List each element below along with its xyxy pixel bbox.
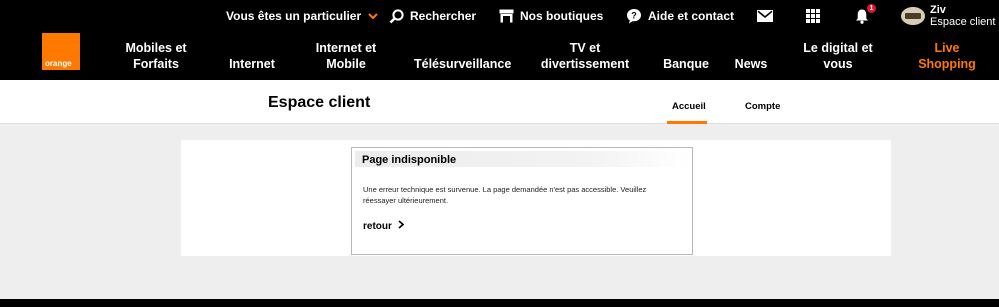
apps-button[interactable] <box>806 5 820 27</box>
nav-tv-divertissement[interactable]: TV et divertissement <box>540 40 630 72</box>
stores-link[interactable]: Nos boutiques <box>499 5 603 27</box>
nav-label-line2: Forfaits <box>133 57 179 71</box>
tab-accueil[interactable]: Accueil <box>672 101 706 112</box>
back-link[interactable]: retour <box>363 220 405 232</box>
chevron-down-icon <box>368 12 378 20</box>
page-title: Espace client <box>268 94 371 111</box>
mail-button[interactable] <box>757 5 773 27</box>
help-label: Aide et contact <box>648 9 735 23</box>
nav-label-line2: divertissement <box>540 57 630 71</box>
nav-internet[interactable]: Internet <box>226 40 278 72</box>
nav-label-line1: TV et <box>569 41 601 55</box>
nav-mobiles-forfaits[interactable]: Mobiles et Forfaits <box>120 40 192 72</box>
nav-label-line2: Banque <box>663 57 709 71</box>
nav-label-line1: Le digital et <box>803 41 873 55</box>
chevron-right-icon <box>392 220 405 232</box>
nav-internet-mobile[interactable]: Internet et Mobile <box>310 40 382 72</box>
logo-text: orange <box>45 59 72 68</box>
particulier-selector[interactable]: Vous êtes un particulier <box>226 5 378 27</box>
nav-label-line2: Télésurveillance <box>414 57 512 71</box>
nav-label-line1: Mobiles et <box>125 41 187 55</box>
nav-live-shopping[interactable]: Live Shopping <box>915 40 979 72</box>
footer-bar <box>0 299 999 307</box>
account-subtitle: Espace client <box>930 16 996 28</box>
search-icon <box>389 8 404 24</box>
mail-icon <box>757 10 773 22</box>
stores-label: Nos boutiques <box>520 9 604 23</box>
account-text: Ziv Espace client <box>930 4 995 28</box>
store-icon <box>499 9 514 23</box>
nav-label-line2: Shopping <box>918 57 976 71</box>
nav-banque[interactable]: Banque <box>660 40 712 72</box>
particulier-label: Vous êtes un particulier <box>226 9 362 23</box>
nav-label-line2: vous <box>823 57 853 71</box>
nav-news[interactable]: News <box>731 40 771 72</box>
account-name: Ziv <box>930 4 946 16</box>
nav-label-line2: News <box>734 57 768 71</box>
apps-grid-icon <box>806 9 820 23</box>
nav-label-line1: Live <box>934 41 960 55</box>
search-link[interactable]: Rechercher <box>389 5 476 27</box>
active-tab-indicator <box>667 121 707 124</box>
error-title: Page indisponible <box>362 154 457 166</box>
error-panel: Page indisponible Une erreur technique e… <box>351 147 693 255</box>
account-menu[interactable]: Ziv Espace client <box>901 4 995 28</box>
error-message: Une erreur technique est survenue. La pa… <box>363 185 647 205</box>
search-label: Rechercher <box>410 9 477 23</box>
back-label: retour <box>363 220 392 232</box>
espace-client-bar <box>0 80 999 124</box>
top-header: Vous êtes un particulier Rechercher Nos … <box>0 0 999 80</box>
tab-compte[interactable]: Compte <box>745 101 780 112</box>
notification-badge: 1 <box>866 3 877 14</box>
nav-label-line2: Mobile <box>326 57 366 71</box>
svg-text:?: ? <box>631 11 637 21</box>
orange-logo[interactable]: orange <box>42 33 80 70</box>
nav-telesurveillance[interactable]: Télésurveillance <box>414 40 512 72</box>
nav-label-line1: Internet et <box>315 41 377 55</box>
nav-digital-vous[interactable]: Le digital et vous <box>800 40 876 72</box>
help-link[interactable]: ? Aide et contact <box>626 5 734 27</box>
nav-label-line2: Internet <box>229 57 275 71</box>
help-bubble-icon: ? <box>626 8 642 24</box>
avatar <box>901 7 925 25</box>
